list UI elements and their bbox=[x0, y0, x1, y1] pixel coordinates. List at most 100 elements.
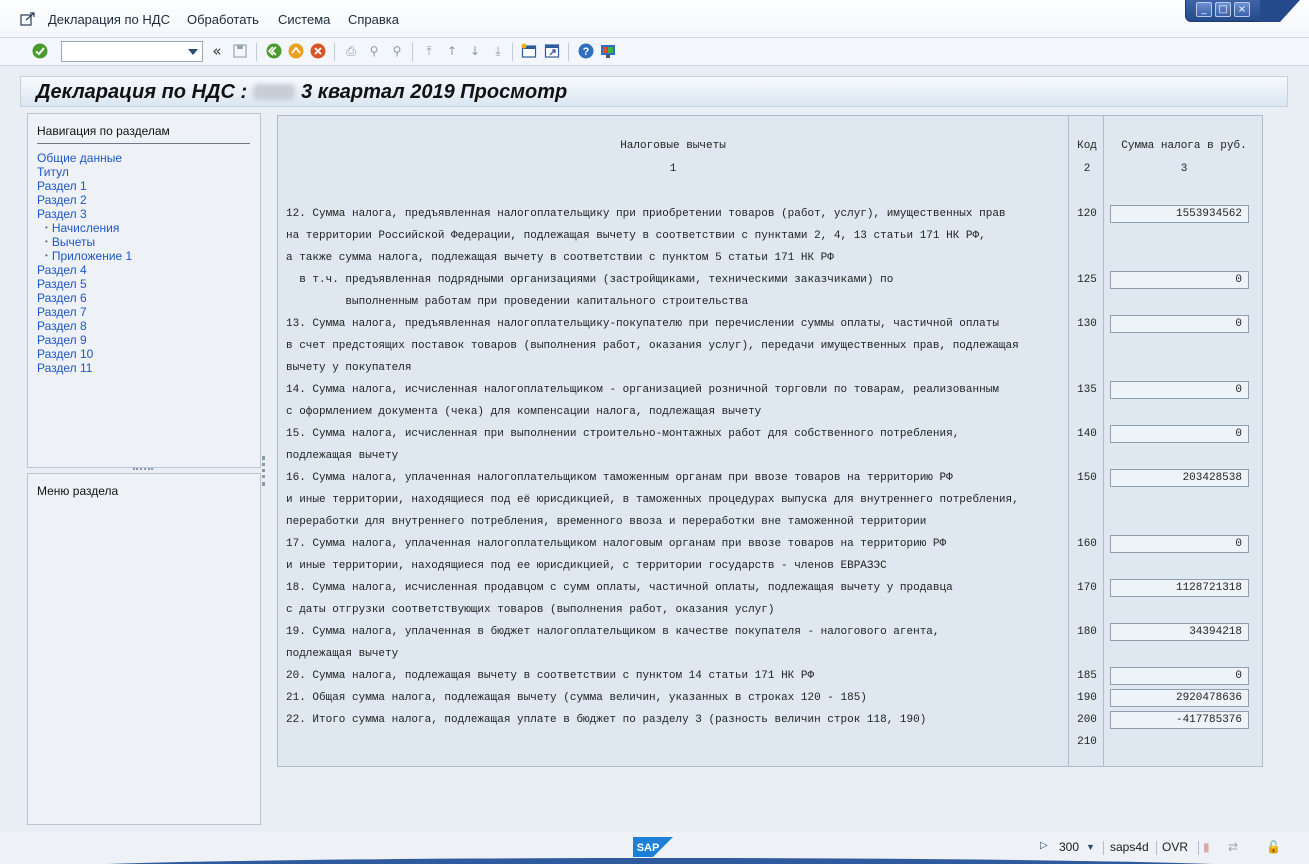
close-icon[interactable]: × bbox=[1234, 2, 1250, 17]
nav-item[interactable]: Общие данные bbox=[37, 151, 132, 165]
horizontal-splitter-handle[interactable] bbox=[133, 468, 153, 472]
save-icon[interactable] bbox=[232, 43, 248, 59]
nav-item[interactable]: Раздел 1 bbox=[37, 179, 132, 193]
row-description-line: 17. Сумма налога, уплаченная налогоплате… bbox=[286, 538, 947, 550]
tax-amount-field[interactable]: 0 bbox=[1110, 535, 1249, 553]
menu-system[interactable]: Система bbox=[278, 12, 330, 27]
status-separator bbox=[1103, 841, 1104, 855]
page-title-suffix: 3 квартал 2019 Просмотр bbox=[301, 81, 568, 103]
command-field[interactable] bbox=[61, 41, 203, 62]
divider bbox=[37, 143, 250, 144]
status-chart-icon: ▮ bbox=[1203, 840, 1210, 854]
customize-layout-icon[interactable] bbox=[600, 43, 616, 59]
find-icon[interactable]: ⚲ bbox=[366, 43, 382, 59]
row-description-line: 12. Сумма налога, предъявленная налогопл… bbox=[286, 208, 1006, 220]
nav-item[interactable]: Раздел 6 bbox=[37, 291, 132, 305]
new-session-icon[interactable] bbox=[521, 43, 537, 59]
back-icon[interactable] bbox=[266, 43, 282, 59]
tax-amount-field[interactable]: 0 bbox=[1110, 667, 1249, 685]
redacted-value bbox=[253, 84, 296, 100]
row-description-line: вычету у покупателя bbox=[286, 362, 412, 374]
row-description-line: с оформлением документа (чека) для компе… bbox=[286, 406, 762, 418]
nav-item[interactable]: Раздел 8 bbox=[37, 319, 132, 333]
toolbar-separator bbox=[512, 43, 513, 61]
maximize-icon[interactable]: □ bbox=[1215, 2, 1231, 17]
nav-item[interactable]: Начисления bbox=[37, 221, 132, 235]
minimize-icon[interactable]: _ bbox=[1196, 2, 1212, 17]
menu-edit[interactable]: Обработать bbox=[187, 12, 259, 27]
row-description-line: 19. Сумма налога, уплаченная в бюджет на… bbox=[286, 626, 940, 638]
enter-check-icon[interactable] bbox=[32, 43, 48, 59]
row-description-line: 15. Сумма налога, исчисленная при выполн… bbox=[286, 428, 960, 440]
row-description-line: в счет предстоящих поставок товаров (вып… bbox=[286, 340, 1019, 352]
help-icon[interactable]: ? bbox=[578, 43, 594, 59]
nav-item[interactable]: Раздел 3 bbox=[37, 207, 132, 221]
menu-declaration[interactable]: Декларация по НДС bbox=[48, 12, 170, 27]
row-code: 135 bbox=[1077, 384, 1097, 396]
status-client: 300 bbox=[1059, 840, 1080, 854]
chevron-down-icon[interactable]: ▼ bbox=[1086, 842, 1095, 852]
status-expand-icon[interactable]: ▷ bbox=[1040, 840, 1048, 851]
page-title: Декларация по НДС : 3 квартал 2019 Просмо… bbox=[36, 81, 567, 104]
tax-amount-field[interactable]: 1553934562 bbox=[1110, 205, 1249, 223]
previous-page-icon[interactable]: ↑ bbox=[444, 43, 460, 59]
lock-icon[interactable]: 🔓 bbox=[1266, 840, 1281, 854]
nav-item[interactable]: Вычеты bbox=[37, 235, 132, 249]
chevron-down-icon[interactable] bbox=[188, 49, 198, 55]
row-description-line: 22. Итого сумма налога, подлежащая уплат… bbox=[286, 714, 927, 726]
svg-text:SAP: SAP bbox=[637, 842, 660, 854]
first-page-icon[interactable]: ⤒ bbox=[421, 43, 437, 59]
tax-amount-field[interactable]: 0 bbox=[1110, 271, 1249, 289]
tax-amount-field[interactable]: 34394218 bbox=[1110, 623, 1249, 641]
tax-amount-field[interactable]: 0 bbox=[1110, 381, 1249, 399]
nav-item[interactable]: Раздел 4 bbox=[37, 263, 132, 277]
section-menu-heading: Меню раздела bbox=[37, 484, 119, 498]
nav-item[interactable]: Раздел 5 bbox=[37, 277, 132, 291]
tax-amount-field[interactable]: 2920478636 bbox=[1110, 689, 1249, 707]
nav-item[interactable]: Раздел 10 bbox=[37, 347, 132, 361]
exit-icon[interactable] bbox=[288, 43, 304, 59]
row-code: 190 bbox=[1077, 692, 1097, 704]
shortcut-icon[interactable] bbox=[544, 43, 560, 59]
column-header-tax-amount: Сумма налога в руб. bbox=[1121, 140, 1247, 152]
window-corner-decoration bbox=[1260, 0, 1300, 22]
nav-item[interactable]: Приложение 1 bbox=[37, 249, 132, 263]
page-title-prefix: Декларация по НДС : bbox=[36, 81, 248, 103]
collapse-chevrons-icon[interactable]: « bbox=[209, 42, 225, 60]
row-description-line: на территории Российской Федерации, подл… bbox=[286, 230, 986, 242]
sap-logo: SAP bbox=[633, 837, 673, 857]
row-description-line: подлежащая вычету bbox=[286, 450, 399, 462]
menu-help[interactable]: Справка bbox=[348, 12, 399, 27]
nav-item[interactable]: Раздел 7 bbox=[37, 305, 132, 319]
find-next-icon[interactable]: ⚲ bbox=[389, 43, 405, 59]
nav-item[interactable]: Раздел 11 bbox=[37, 361, 132, 375]
nav-item[interactable]: Титул bbox=[37, 165, 132, 179]
row-description-line: выполненным работам при проведении капит… bbox=[286, 296, 749, 308]
next-page-icon[interactable]: ↓ bbox=[467, 43, 483, 59]
print-icon[interactable]: ⎙ bbox=[343, 43, 359, 59]
row-description-line: а также сумма налога, подлежащая вычету … bbox=[286, 252, 834, 264]
toolbar-separator bbox=[334, 43, 335, 61]
last-page-icon[interactable]: ⤓ bbox=[490, 43, 506, 59]
row-code: 185 bbox=[1077, 670, 1097, 682]
column-number-2: 2 bbox=[1083, 163, 1091, 175]
tax-amount-field[interactable]: 0 bbox=[1110, 425, 1249, 443]
tax-amount-field[interactable]: -417785376 bbox=[1110, 711, 1249, 729]
cancel-icon[interactable] bbox=[310, 43, 326, 59]
tax-amount-field[interactable]: 203428538 bbox=[1110, 469, 1249, 487]
tax-amount-field[interactable]: 0 bbox=[1110, 315, 1249, 333]
row-code: 150 bbox=[1077, 472, 1097, 484]
screen-title-bar: Декларация по НДС : 3 квартал 2019 Просмо… bbox=[20, 76, 1288, 107]
nav-item[interactable]: Раздел 2 bbox=[37, 193, 132, 207]
status-insert-mode[interactable]: OVR bbox=[1162, 840, 1188, 854]
row-description-line: 20. Сумма налога, подлежащая вычету в со… bbox=[286, 670, 815, 682]
vertical-splitter-handle[interactable] bbox=[262, 456, 265, 486]
row-description-line: переработки для внутреннего потребления,… bbox=[286, 516, 927, 528]
status-system: saps4d bbox=[1110, 840, 1149, 854]
section-menu-panel: Меню раздела bbox=[27, 473, 261, 825]
nav-item[interactable]: Раздел 9 bbox=[37, 333, 132, 347]
row-description-line: 14. Сумма налога, исчисленная налогоплат… bbox=[286, 384, 999, 396]
menu-exit-icon[interactable] bbox=[20, 12, 36, 26]
row-description-line: и иные территории, находящиеся под ее юр… bbox=[286, 560, 887, 572]
tax-amount-field[interactable]: 1128721318 bbox=[1110, 579, 1249, 597]
